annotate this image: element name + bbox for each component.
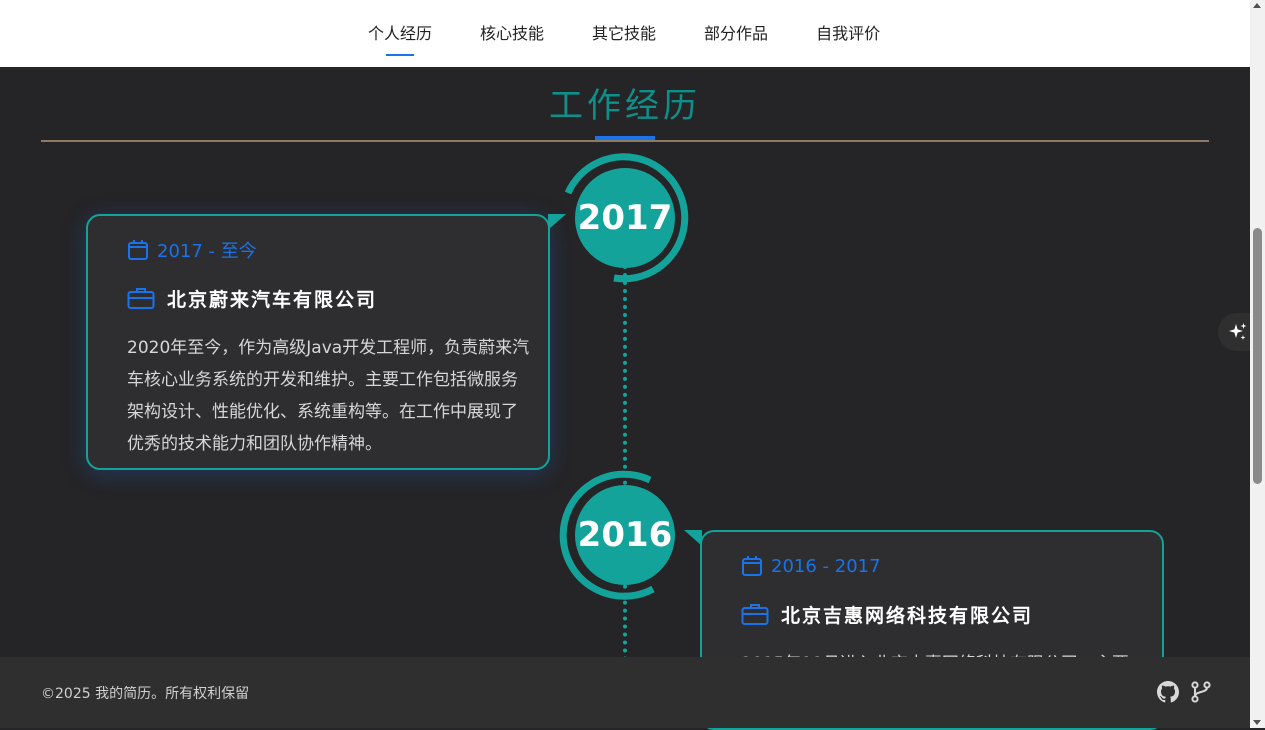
company-row: 北京蔚来汽车有限公司 <box>127 284 532 312</box>
year-label: 2017 <box>575 168 675 268</box>
calendar-icon <box>742 556 762 576</box>
nav-item-other-skills[interactable]: 其它技能 <box>592 0 656 67</box>
footer: ©2025 我的简历。所有权利保留 <box>0 657 1250 728</box>
scroll-thumb[interactable] <box>1253 228 1262 484</box>
section-title: 工作经历 <box>549 86 701 126</box>
git-branch-icon[interactable] <box>1190 681 1212 703</box>
page-scrollbar[interactable] <box>1250 0 1265 728</box>
timeline-node-2017: 2017 <box>555 148 695 288</box>
date-range: 2017 - 至今 <box>157 241 257 262</box>
briefcase-icon <box>127 288 155 309</box>
company-name: 北京蔚来汽车有限公司 <box>167 288 378 311</box>
timeline-node-2016: 2016 <box>555 465 695 605</box>
github-icon[interactable] <box>1157 681 1179 703</box>
date-row: 2016 - 2017 <box>741 552 1146 580</box>
nav-item-self-evaluation[interactable]: 自我评价 <box>816 0 880 67</box>
sparkle-icon <box>1229 323 1247 340</box>
date-range: 2016 - 2017 <box>771 555 881 577</box>
nav-item-works[interactable]: 部分作品 <box>704 0 768 67</box>
nav-menu: 个人经历 核心技能 其它技能 部分作品 自我评价 <box>368 0 928 67</box>
card-pointer <box>548 214 566 230</box>
year-label: 2016 <box>575 485 675 585</box>
company-row: 北京吉惠网络科技有限公司 <box>741 600 1146 628</box>
experience-description: 2020年至今，作为高级Java开发工程师，负责蔚来汽车核心业务系统的开发和维护… <box>127 338 530 454</box>
experience-card: 2017 - 至今 北京蔚来汽车有限公司 2020年至今，作为高级Java开发工… <box>86 214 566 470</box>
title-accent-bar <box>595 136 655 140</box>
scroll-up-arrow[interactable] <box>1253 3 1261 8</box>
title-divider <box>41 140 1209 142</box>
company-name: 北京吉惠网络科技有限公司 <box>781 604 1034 627</box>
calendar-icon <box>128 240 148 260</box>
top-nav: 个人经历 核心技能 其它技能 部分作品 自我评价 <box>0 0 1250 67</box>
date-row: 2017 - 至今 <box>127 236 532 264</box>
nav-item-core-skills[interactable]: 核心技能 <box>480 0 544 67</box>
nav-item-experience[interactable]: 个人经历 <box>368 0 432 67</box>
scroll-down-arrow[interactable] <box>1253 720 1261 725</box>
copyright-text: ©2025 我的简历。所有权利保留 <box>41 686 250 702</box>
card-pointer <box>684 530 702 546</box>
briefcase-icon <box>741 604 769 625</box>
